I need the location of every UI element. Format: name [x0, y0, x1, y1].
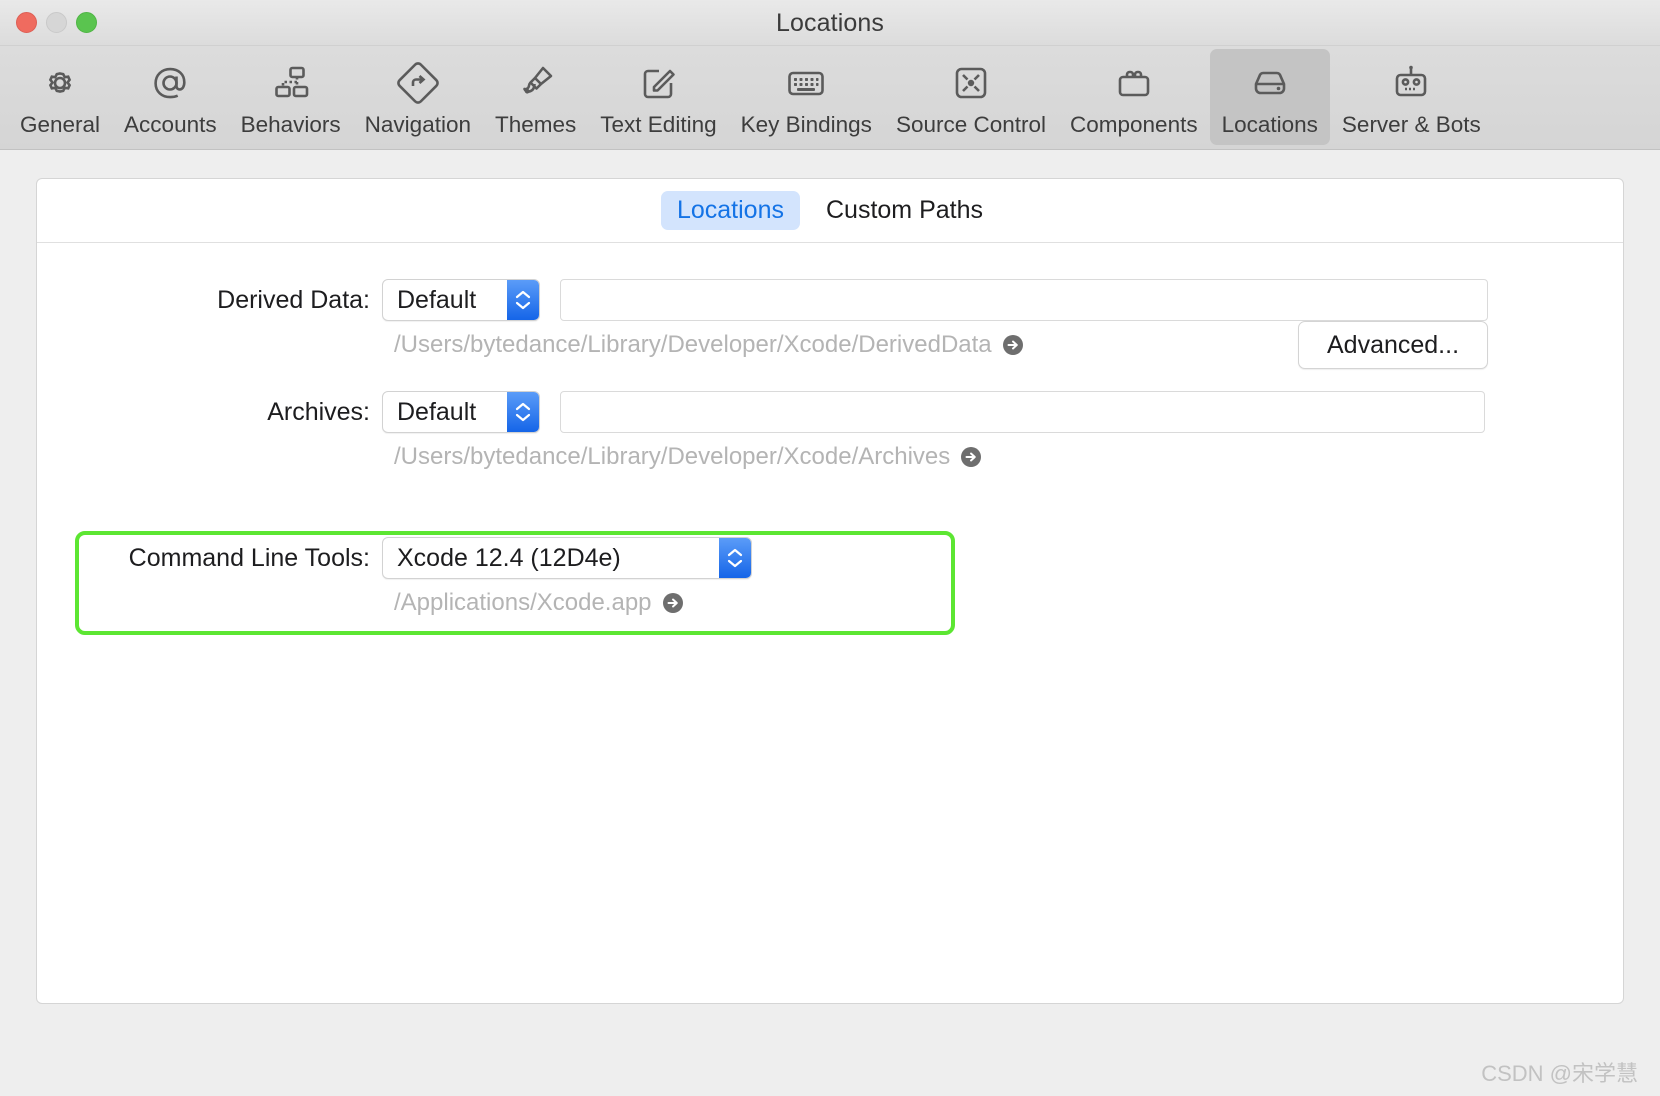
- toolbar-item-source-control[interactable]: Source Control: [884, 49, 1058, 145]
- toolbar-item-label: Locations: [1222, 113, 1318, 138]
- toolbar-item-label: Navigation: [365, 113, 471, 138]
- archives-path-text: /Users/bytedance/Library/Developer/Xcode…: [394, 445, 950, 469]
- keyboard-icon: [780, 57, 832, 109]
- panel-tabstrip: Locations Custom Paths: [37, 179, 1623, 243]
- archives-popup-value: Default: [383, 400, 490, 425]
- watermark: CSDN @宋学慧: [1481, 1056, 1638, 1088]
- toolbar-item-locations[interactable]: Locations: [1210, 49, 1330, 145]
- command-line-tools-path-text: /Applications/Xcode.app: [394, 591, 652, 615]
- reveal-in-finder-icon[interactable]: [1002, 334, 1024, 356]
- archives-row: Archives: Default: [37, 389, 1623, 435]
- gear-icon: [34, 57, 86, 109]
- tab-label: Locations: [677, 196, 784, 224]
- archives-path-input[interactable]: [560, 391, 1485, 433]
- command-line-tools-section: Command Line Tools: Xcode 12.4 (12D4e) /…: [37, 535, 1623, 625]
- locations-form: Derived Data: Default /Users/bytedance/L…: [37, 243, 1623, 625]
- window-title: Locations: [0, 9, 1660, 38]
- toolbar-item-label: Accounts: [124, 113, 217, 138]
- paintbrush-icon: [510, 57, 562, 109]
- at-sign-icon: [144, 57, 196, 109]
- pencil-square-icon: [632, 57, 684, 109]
- chevron-updown-icon[interactable]: [507, 280, 539, 320]
- advanced-button-label: Advanced...: [1327, 331, 1459, 360]
- archives-subrow: /Users/bytedance/Library/Developer/Xcode…: [37, 435, 1623, 479]
- command-line-tools-row: Command Line Tools: Xcode 12.4 (12D4e): [37, 535, 1623, 581]
- toolbar-item-label: Server & Bots: [1342, 113, 1481, 138]
- tab-label: Custom Paths: [826, 196, 983, 224]
- derived-data-popup[interactable]: Default: [382, 279, 540, 321]
- toolbar-item-text-editing[interactable]: Text Editing: [588, 49, 728, 145]
- toolbar-item-themes[interactable]: Themes: [483, 49, 588, 145]
- tab-locations[interactable]: Locations: [661, 191, 800, 230]
- tab-custom-paths[interactable]: Custom Paths: [810, 191, 999, 230]
- toolbar-item-label: Text Editing: [600, 113, 716, 138]
- archives-popup[interactable]: Default: [382, 391, 540, 433]
- toolbar-item-label: Components: [1070, 113, 1198, 138]
- toolbox-icon: [1108, 57, 1160, 109]
- toolbar-item-server-and-bots[interactable]: Server & Bots: [1330, 49, 1493, 145]
- toolbar-item-label: Themes: [495, 113, 576, 138]
- derived-data-label: Derived Data:: [37, 286, 382, 315]
- toolbar-item-label: Key Bindings: [741, 113, 872, 138]
- toolbar-item-components[interactable]: Components: [1058, 49, 1210, 145]
- toolbar-item-label: Behaviors: [241, 113, 341, 138]
- locations-panel: Locations Custom Paths Derived Data: Def…: [36, 178, 1624, 1004]
- command-line-tools-popup-value: Xcode 12.4 (12D4e): [383, 546, 635, 571]
- command-line-tools-label: Command Line Tools:: [37, 544, 382, 573]
- chevron-updown-icon[interactable]: [719, 538, 751, 578]
- derived-data-path-input[interactable]: [560, 279, 1488, 321]
- toolbar-item-navigation[interactable]: Navigation: [353, 49, 483, 145]
- derived-data-popup-value: Default: [383, 288, 490, 313]
- toolbar-item-accounts[interactable]: Accounts: [112, 49, 229, 145]
- advanced-button[interactable]: Advanced...: [1298, 321, 1488, 369]
- toolbar-item-general[interactable]: General: [8, 49, 112, 145]
- toolbar-item-key-bindings[interactable]: Key Bindings: [729, 49, 884, 145]
- reveal-in-finder-icon[interactable]: [960, 446, 982, 468]
- robot-icon: [1385, 57, 1437, 109]
- hard-drive-icon: [1244, 57, 1296, 109]
- toolbar-item-label: Source Control: [896, 113, 1046, 138]
- source-control-icon: [945, 57, 997, 109]
- window-titlebar: Locations: [0, 0, 1660, 46]
- toolbar-item-label: General: [20, 113, 100, 138]
- command-line-tools-popup[interactable]: Xcode 12.4 (12D4e): [382, 537, 752, 579]
- derived-data-subrow: /Users/bytedance/Library/Developer/Xcode…: [37, 323, 1623, 367]
- derived-data-path-text: /Users/bytedance/Library/Developer/Xcode…: [394, 333, 992, 357]
- chevron-updown-icon[interactable]: [507, 392, 539, 432]
- preferences-toolbar: General Accounts Behaviors: [0, 46, 1660, 150]
- navigation-sign-icon: [392, 57, 444, 109]
- archives-label: Archives:: [37, 398, 382, 427]
- reveal-in-finder-icon[interactable]: [662, 592, 684, 614]
- derived-data-row: Derived Data: Default: [37, 277, 1623, 323]
- preferences-window: Locations General Accounts: [0, 0, 1660, 1096]
- hierarchy-icon: [265, 57, 317, 109]
- preferences-content: Locations Custom Paths Derived Data: Def…: [0, 150, 1660, 1004]
- toolbar-item-behaviors[interactable]: Behaviors: [229, 49, 353, 145]
- command-line-tools-subrow: /Applications/Xcode.app: [37, 581, 1623, 625]
